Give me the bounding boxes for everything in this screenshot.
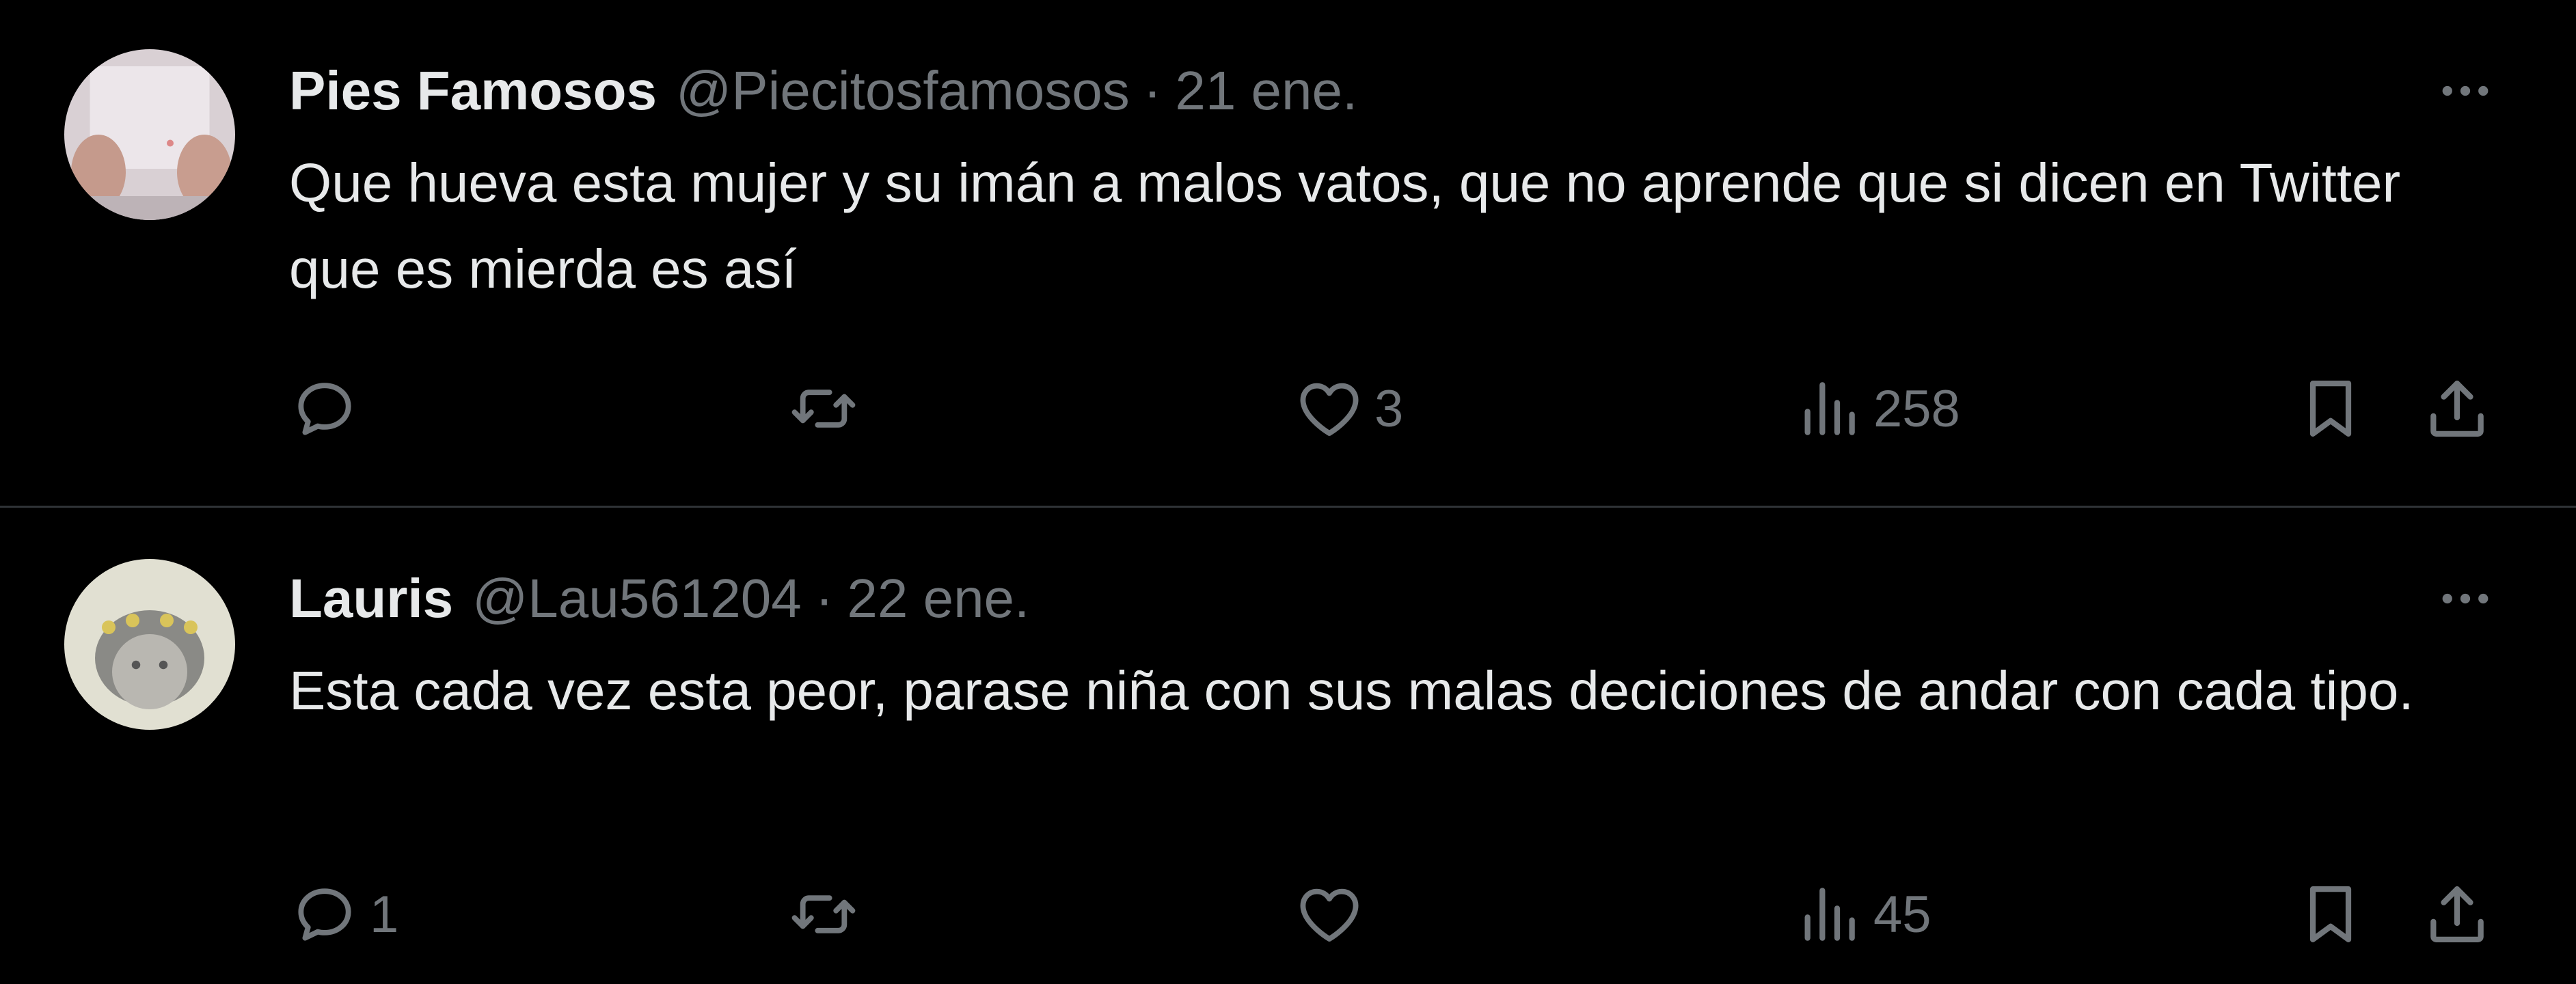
retweet-icon [791,895,856,933]
more-horizontal-icon [2442,593,2489,604]
retweet-icon [791,390,856,428]
tweet-actions: 3 258 [289,368,2508,450]
more-options-button[interactable] [2431,57,2499,125]
tweet-actions: 1 45 [289,873,2508,955]
heart-icon [1300,888,1359,942]
separator-dot: · [815,568,834,629]
tweet-item[interactable]: Pies Famosos @Piecitosfamosos · 21 ene. … [0,0,2576,506]
view-count: 258 [1873,379,1960,438]
share-upload-icon [2430,886,2484,942]
share-button[interactable] [2422,368,2493,450]
views-button[interactable]: 258 [1793,368,1960,450]
more-horizontal-icon [2442,85,2489,96]
more-options-button[interactable] [2431,564,2499,633]
reply-count: 1 [370,885,399,944]
tweet-item[interactable]: Lauris @Lau561204 · 22 ene. Esta cada ve… [0,508,2576,984]
heart-icon [1300,383,1359,436]
retweet-button[interactable] [788,368,869,450]
views-button[interactable]: 45 [1793,873,1931,955]
like-button[interactable] [1294,873,1374,955]
reply-bubble-icon [298,383,351,435]
share-button[interactable] [2422,873,2493,955]
tweet-date[interactable]: 22 ene. [847,564,1029,633]
reply-button[interactable]: 1 [289,873,398,955]
bookmark-icon [2309,381,2352,437]
display-name[interactable]: Pies Famosos [289,57,657,125]
tweet-text: Esta cada vez esta peor, parase niña con… [289,660,2414,721]
user-handle[interactable]: @Lau561204 [472,564,802,633]
share-upload-icon [2430,381,2484,437]
avatar[interactable] [64,49,235,220]
like-button[interactable]: 3 [1294,368,1403,450]
bookmark-button[interactable] [2295,368,2366,450]
separator-dot: · [1143,60,1162,121]
reply-bubble-icon [298,888,351,941]
view-count: 45 [1873,885,1931,944]
reply-button[interactable] [289,368,370,450]
retweet-button[interactable] [788,873,869,955]
bookmark-icon [2309,886,2352,942]
views-bar-chart-icon [1804,382,1855,435]
like-count: 3 [1374,379,1404,438]
tweet-date[interactable]: 21 ene. [1175,57,1357,125]
avatar[interactable] [64,559,235,730]
user-handle[interactable]: @Piecitosfamosos [676,57,1130,125]
tweet-header: Pies Famosos @Piecitosfamosos · 21 ene. [289,57,2439,125]
tweet-header: Lauris @Lau561204 · 22 ene. [289,564,2439,633]
views-bar-chart-icon [1804,888,1855,941]
display-name[interactable]: Lauris [289,564,453,633]
tweet-text: Que hueva esta mujer y su imán a malos v… [289,152,2401,299]
bookmark-button[interactable] [2295,873,2366,955]
